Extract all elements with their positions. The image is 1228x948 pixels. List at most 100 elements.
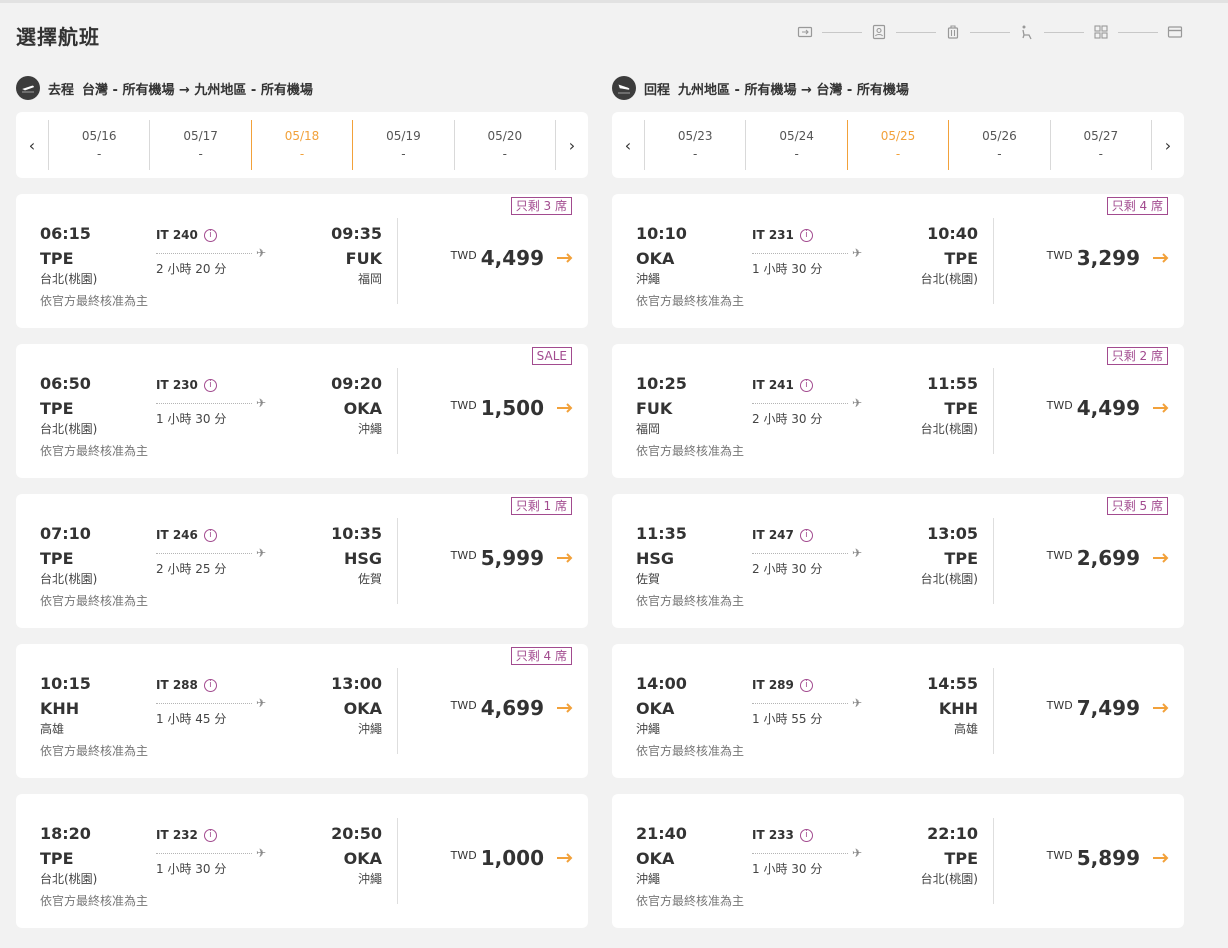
flight-duration: 1 小時 30 分 [156, 412, 227, 426]
departure-info: 14:00 OKA 沖繩 [636, 674, 687, 737]
arrow-right-icon[interactable] [1152, 552, 1170, 564]
price-amount: 2,699 [1076, 546, 1140, 570]
date-tab[interactable]: 05/16 - [48, 120, 149, 170]
date-tab[interactable]: 05/18 - [250, 120, 354, 170]
baggage-icon[interactable] [944, 23, 962, 41]
info-icon[interactable]: i [799, 228, 813, 242]
date-tab[interactable]: 05/26 - [949, 120, 1049, 170]
flight-number: IT 233 [752, 828, 794, 842]
departure-info: 18:20 TPE 台北(桃園) [40, 824, 97, 887]
prev-date-button[interactable]: ‹ [612, 112, 644, 178]
arrow-right-icon[interactable] [1152, 852, 1170, 864]
date-label: 05/27 [1083, 129, 1119, 143]
arrow-right-icon[interactable] [1152, 252, 1170, 264]
price: TWD 7,499 [1047, 696, 1140, 720]
currency: TWD [450, 849, 477, 862]
flight-path: ✈ [752, 396, 862, 410]
info-icon[interactable]: i [203, 678, 217, 692]
arrival-info: 13:00 OKA 沖繩 [331, 674, 382, 737]
info-icon[interactable]: i [203, 528, 217, 542]
arrival-time: 09:20 [331, 374, 382, 393]
seat-badge: 只剩 4 席 [510, 647, 572, 665]
date-price: - [794, 147, 799, 161]
flight-card[interactable]: 21:40 OKA 沖繩 IT 233 i ✈ 1 小時 30 分 22:10 TPE 台北(桃園… [612, 794, 1184, 928]
info-icon[interactable]: i [799, 678, 813, 692]
divider [993, 518, 994, 604]
price: TWD 2,699 [1047, 546, 1140, 570]
date-tab[interactable]: 05/19 - [353, 120, 453, 170]
page-title: 選擇航班 [16, 25, 100, 49]
plane-icon: ✈ [851, 546, 862, 560]
prev-date-button[interactable]: ‹ [16, 112, 48, 178]
flight-card[interactable]: 只剩 4 席 10:15 KHH 高雄 IT 288 i ✈ 1 小時 45 分 13:00 OK… [16, 644, 588, 778]
info-icon[interactable]: i [799, 828, 813, 842]
arrow-right-icon[interactable] [1152, 702, 1170, 714]
flight-card[interactable]: 18:20 TPE 台北(桃園) IT 232 i ✈ 1 小時 30 分 20:50 OKA 沖… [16, 794, 588, 928]
seat-icon[interactable] [1018, 23, 1036, 41]
info-icon[interactable]: i [799, 528, 813, 542]
plane-icon: ✈ [255, 396, 266, 410]
ticket-icon[interactable] [796, 23, 814, 41]
departure-city: 台北(桃園) [40, 872, 98, 886]
info-icon[interactable]: i [203, 828, 217, 842]
flight-card[interactable]: 只剩 5 席 11:35 HSG 佐賀 IT 247 i ✈ 2 小時 30 分 13:05 TP… [612, 494, 1184, 628]
flight-duration: 1 小時 30 分 [752, 862, 823, 876]
date-tab[interactable]: 05/20 - [453, 120, 557, 170]
arrival-city: 台北(桃園) [920, 422, 978, 436]
departure-time: 10:15 [40, 674, 91, 693]
info-icon[interactable]: i [203, 378, 217, 392]
arrow-right-icon[interactable] [556, 402, 574, 414]
flight-path: ✈ [156, 846, 266, 860]
next-date-button[interactable]: › [556, 112, 588, 178]
departure-code: TPE [40, 549, 74, 568]
flight-card[interactable]: SALE 06:50 TPE 台北(桃園) IT 230 i ✈ 1 小時 30 分 09:20… [16, 344, 588, 478]
next-date-button[interactable]: › [1152, 112, 1184, 178]
flight-card[interactable]: 14:00 OKA 沖繩 IT 289 i ✈ 1 小時 55 分 14:55 KHH 高雄 依官方… [612, 644, 1184, 778]
payment-icon[interactable] [1166, 23, 1184, 41]
currency: TWD [1046, 849, 1073, 862]
approval-note: 依官方最終核准為主 [636, 744, 745, 758]
info-icon[interactable]: i [799, 378, 813, 392]
divider [397, 218, 398, 304]
flight-card[interactable]: 只剩 2 席 10:25 FUK 福岡 IT 241 i ✈ 2 小時 30 分 11:55 TP… [612, 344, 1184, 478]
currency: TWD [1046, 549, 1073, 562]
plane-icon: ✈ [255, 846, 266, 860]
route-direction: 回程 [644, 82, 671, 98]
seat-badge: 只剩 4 席 [1106, 197, 1168, 215]
arrival-info: 20:50 OKA 沖繩 [331, 824, 382, 887]
addons-icon[interactable] [1092, 23, 1110, 41]
arrow-right-icon[interactable] [556, 552, 574, 564]
date-tab[interactable]: 05/23 - [644, 120, 745, 170]
info-icon[interactable]: i [203, 228, 217, 242]
arrow-right-icon[interactable] [556, 852, 574, 864]
arrival-time: 14:55 [927, 674, 978, 693]
flight-duration: 1 小時 45 分 [156, 712, 227, 726]
date-tab[interactable]: 05/24 - [745, 120, 846, 170]
takeoff-icon [16, 76, 40, 100]
flight-number: IT 240 [156, 228, 198, 242]
route-text: 台灣 - 所有機場 → 九州地區 - 所有機場 [82, 82, 313, 98]
date-price: - [997, 147, 1002, 161]
departure-city: 福岡 [636, 422, 661, 436]
arrival-code: TPE [944, 249, 978, 268]
price: TWD 5,899 [1047, 846, 1140, 870]
flight-number: IT 289 [752, 678, 794, 692]
flight-info: IT 289 i ✈ 1 小時 55 分 [752, 678, 862, 727]
passenger-icon[interactable] [870, 23, 888, 41]
flight-card[interactable]: 只剩 3 席 06:15 TPE 台北(桃園) IT 240 i ✈ 2 小時 20 分 09:… [16, 194, 588, 328]
date-tab[interactable]: 05/25 - [846, 120, 950, 170]
date-tab[interactable]: 05/17 - [149, 120, 250, 170]
flight-card[interactable]: 只剩 1 席 07:10 TPE 台北(桃園) IT 246 i ✈ 2 小時 25 分 10:… [16, 494, 588, 628]
arrow-right-icon[interactable] [556, 702, 574, 714]
departure-time: 21:40 [636, 824, 687, 843]
arrival-time: 13:05 [927, 524, 978, 543]
arrow-right-icon[interactable] [1152, 402, 1170, 414]
date-tab[interactable]: 05/27 - [1049, 120, 1153, 170]
departure-city: 台北(桃園) [40, 572, 98, 586]
flight-number: IT 247 [752, 528, 794, 542]
arrival-info: 10:40 TPE 台北(桃園) [921, 224, 978, 287]
flight-card[interactable]: 只剩 4 席 10:10 OKA 沖繩 IT 231 i ✈ 1 小時 30 分 10:40 TP… [612, 194, 1184, 328]
arrival-info: 22:10 TPE 台北(桃園) [921, 824, 978, 887]
arrow-right-icon[interactable] [556, 252, 574, 264]
price: TWD 4,699 [451, 696, 544, 720]
